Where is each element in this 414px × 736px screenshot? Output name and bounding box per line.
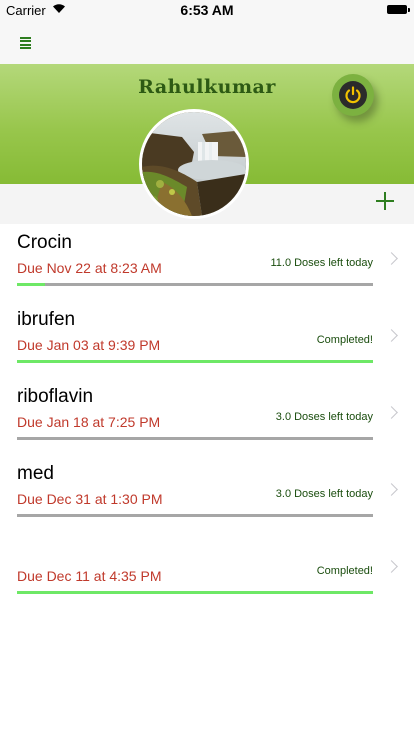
status-bar: Carrier 6:53 AM (0, 0, 414, 20)
medication-list: Crocin Due Nov 22 at 8:23 AM 11.0 Doses le… (0, 224, 414, 609)
due-date: Due Jan 03 at 9:39 PM (17, 337, 161, 353)
medication-name: ibrufen (17, 309, 76, 330)
chevron-right-icon (385, 560, 398, 573)
medication-name: riboflavin (17, 386, 94, 407)
waterfall-photo (142, 112, 246, 216)
medication-row[interactable]: riboflavin Due Jan 18 at 7:25 PM 3.0 Doses… (0, 378, 414, 455)
nav-bar (0, 20, 414, 64)
dose-progress-bar (17, 360, 373, 363)
dose-progress-bar (17, 514, 373, 517)
logout-button[interactable] (332, 74, 374, 116)
battery-icon (387, 5, 410, 14)
dose-progress-bar (17, 283, 373, 286)
dose-progress-bar (17, 437, 373, 440)
dose-progress-fill (17, 283, 46, 286)
due-date: Due Dec 31 at 1:30 PM (17, 491, 163, 507)
chevron-right-icon (385, 406, 398, 419)
chevron-right-icon (385, 483, 398, 496)
medication-name: Crocin (17, 232, 72, 253)
dose-status: Completed! (316, 334, 373, 346)
medication-row[interactable]: med Due Dec 31 at 1:30 PM 3.0 Doses left t… (0, 455, 414, 532)
chevron-right-icon (385, 329, 398, 342)
due-date: Due Jan 18 at 7:25 PM (17, 414, 161, 430)
due-date: Due Dec 11 at 4:35 PM (17, 568, 162, 584)
power-icon (345, 86, 361, 104)
chevron-right-icon (385, 252, 398, 265)
medication-name: med (17, 463, 54, 484)
dose-progress-bar (17, 591, 373, 594)
medication-row[interactable]: ibrufen Due Jan 03 at 9:39 PM Completed! (0, 301, 414, 378)
add-medication-button[interactable] (374, 190, 396, 212)
dose-status: 3.0 Doses left today (275, 411, 373, 423)
avatar (139, 109, 249, 219)
due-date: Due Nov 22 at 8:23 AM (17, 260, 162, 276)
dose-status: 3.0 Doses left today (275, 488, 373, 500)
medication-row[interactable]: Due Dec 11 at 4:35 PM Completed! (0, 532, 414, 609)
clock: 6:53 AM (180, 2, 234, 18)
dose-progress-fill (17, 591, 373, 594)
menu-icon[interactable] (20, 37, 31, 49)
dose-status: Completed! (316, 565, 373, 577)
dose-status: 11.0 Doses left today (270, 257, 373, 269)
dose-progress-fill (17, 360, 373, 363)
medication-row[interactable]: Crocin Due Nov 22 at 8:23 AM 11.0 Doses le… (0, 224, 414, 301)
